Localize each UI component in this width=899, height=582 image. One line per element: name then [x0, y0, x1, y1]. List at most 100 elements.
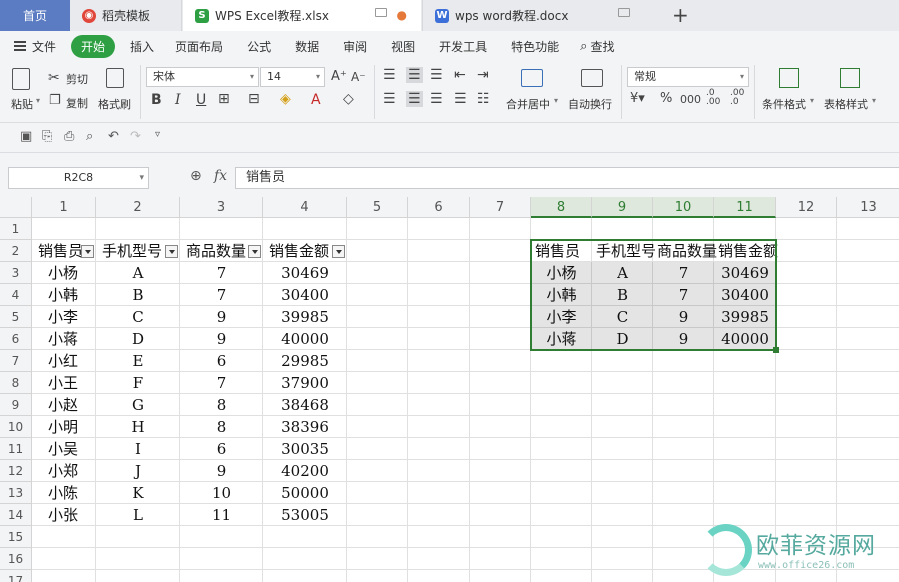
- filter-dropdown-icon[interactable]: [81, 245, 94, 258]
- column-header[interactable]: 12: [776, 197, 837, 218]
- fill-pattern-icon[interactable]: ⊟: [248, 91, 260, 107]
- menu-insert[interactable]: 插入: [121, 38, 163, 55]
- cell[interactable]: B: [96, 284, 180, 306]
- column-header[interactable]: 9: [592, 197, 653, 218]
- thousands-icon[interactable]: 000: [680, 92, 701, 108]
- menu-search[interactable]: ⌕ 查找: [571, 38, 623, 55]
- cell[interactable]: 8: [180, 416, 263, 438]
- cell[interactable]: 小张: [32, 504, 96, 526]
- row-header[interactable]: 2: [0, 240, 32, 262]
- column-header[interactable]: 1: [32, 197, 96, 218]
- decrease-decimal-icon[interactable]: .00.0: [730, 89, 744, 107]
- cell[interactable]: 38468: [263, 394, 347, 416]
- tab-excel-file[interactable]: S WPS Excel教程.xlsx ●: [183, 0, 421, 31]
- column-header[interactable]: 7: [470, 197, 531, 218]
- cell[interactable]: H: [96, 416, 180, 438]
- cell[interactable]: 10: [180, 482, 263, 504]
- monitor-icon[interactable]: [375, 8, 387, 17]
- fill-color-icon[interactable]: ◈: [280, 91, 291, 107]
- cell[interactable]: 7: [180, 284, 263, 306]
- column-header[interactable]: 6: [408, 197, 470, 218]
- font-name-select[interactable]: 宋体 ▾: [146, 67, 259, 87]
- row-header[interactable]: 9: [0, 394, 32, 416]
- cell[interactable]: 小韩: [32, 284, 96, 306]
- cell[interactable]: 11: [180, 504, 263, 526]
- cell[interactable]: 小红: [32, 350, 96, 372]
- row-header[interactable]: 1: [0, 218, 32, 240]
- currency-icon[interactable]: ¥▾: [630, 91, 645, 107]
- row-header[interactable]: 14: [0, 504, 32, 526]
- filter-dropdown-icon[interactable]: [165, 245, 178, 258]
- save-icon[interactable]: ▣: [20, 129, 32, 144]
- column-header[interactable]: 8: [531, 197, 592, 218]
- select-all-corner[interactable]: [0, 197, 32, 218]
- cell[interactable]: 30469: [263, 262, 347, 284]
- cell[interactable]: 7: [180, 372, 263, 394]
- fx-icon[interactable]: fx: [214, 168, 227, 184]
- menu-data[interactable]: 数据: [283, 38, 331, 55]
- align-center-icon[interactable]: ☰: [406, 91, 423, 107]
- cell[interactable]: 29985: [263, 350, 347, 372]
- font-color-icon[interactable]: A: [311, 92, 321, 108]
- align-middle-icon[interactable]: ☰: [406, 67, 423, 83]
- filter-dropdown-icon[interactable]: [248, 245, 261, 258]
- underline-icon[interactable]: U: [196, 92, 206, 108]
- tab-word-file[interactable]: W wps word教程.docx: [422, 0, 660, 31]
- number-format-select[interactable]: 常规 ▾: [627, 67, 749, 87]
- tab-daoke[interactable]: ◉ 稻壳模板: [70, 0, 182, 31]
- row-header[interactable]: 17: [0, 570, 32, 582]
- cell[interactable]: 40000: [263, 328, 347, 350]
- menu-special[interactable]: 特色功能: [499, 38, 571, 55]
- column-header[interactable]: 3: [180, 197, 263, 218]
- row-header[interactable]: 11: [0, 438, 32, 460]
- align-right-icon[interactable]: ☰: [430, 91, 443, 107]
- row-header[interactable]: 5: [0, 306, 32, 328]
- column-header[interactable]: 5: [347, 197, 408, 218]
- justify-icon[interactable]: ☰: [454, 91, 467, 107]
- menu-dev-tools[interactable]: 开发工具: [427, 38, 499, 55]
- cell[interactable]: C: [96, 306, 180, 328]
- cell[interactable]: 小蒋: [32, 328, 96, 350]
- column-header[interactable]: 10: [653, 197, 714, 218]
- print-preview-icon[interactable]: ⌕: [86, 129, 93, 144]
- eraser-icon[interactable]: ◇: [343, 91, 354, 107]
- cell[interactable]: A: [96, 262, 180, 284]
- formula-input[interactable]: 销售员: [235, 167, 899, 189]
- menu-formula[interactable]: 公式: [235, 38, 283, 55]
- menu-page-layout[interactable]: 页面布局: [163, 38, 235, 55]
- print-icon[interactable]: ⎙: [64, 129, 74, 144]
- cell[interactable]: 小明: [32, 416, 96, 438]
- column-header[interactable]: 2: [96, 197, 180, 218]
- cell[interactable]: 小王: [32, 372, 96, 394]
- menu-review[interactable]: 审阅: [331, 38, 379, 55]
- distributed-icon[interactable]: ☷: [477, 91, 490, 107]
- export-icon[interactable]: ⎘: [42, 129, 52, 144]
- indent-increase-icon[interactable]: ⇥: [477, 67, 489, 83]
- align-bottom-icon[interactable]: ☰: [430, 67, 443, 83]
- cell[interactable]: 9: [180, 306, 263, 328]
- row-header[interactable]: 7: [0, 350, 32, 372]
- cell[interactable]: 39985: [263, 306, 347, 328]
- cell[interactable]: K: [96, 482, 180, 504]
- cell[interactable]: 37900: [263, 372, 347, 394]
- customize-dropdown-icon[interactable]: ▿: [155, 129, 160, 140]
- increase-font-icon[interactable]: A⁺: [331, 69, 347, 85]
- row-header[interactable]: 15: [0, 526, 32, 548]
- cell[interactable]: D: [96, 328, 180, 350]
- indent-decrease-icon[interactable]: ⇤: [454, 67, 466, 83]
- filter-dropdown-icon[interactable]: [332, 245, 345, 258]
- align-top-icon[interactable]: ☰: [383, 67, 396, 83]
- menu-start[interactable]: 开始: [71, 34, 116, 58]
- increase-decimal-icon[interactable]: .0.00: [706, 89, 720, 107]
- cell[interactable]: 7: [180, 262, 263, 284]
- add-tab-button[interactable]: +: [672, 3, 689, 27]
- zoom-icon[interactable]: ⊕: [190, 168, 202, 184]
- column-header[interactable]: 11: [714, 197, 776, 218]
- row-header[interactable]: 10: [0, 416, 32, 438]
- decrease-font-icon[interactable]: A⁻: [351, 69, 366, 85]
- cell[interactable]: E: [96, 350, 180, 372]
- column-header[interactable]: 4: [263, 197, 347, 218]
- cell[interactable]: I: [96, 438, 180, 460]
- border-icon[interactable]: ⊞: [218, 91, 230, 107]
- undo-icon[interactable]: ↶: [108, 129, 119, 144]
